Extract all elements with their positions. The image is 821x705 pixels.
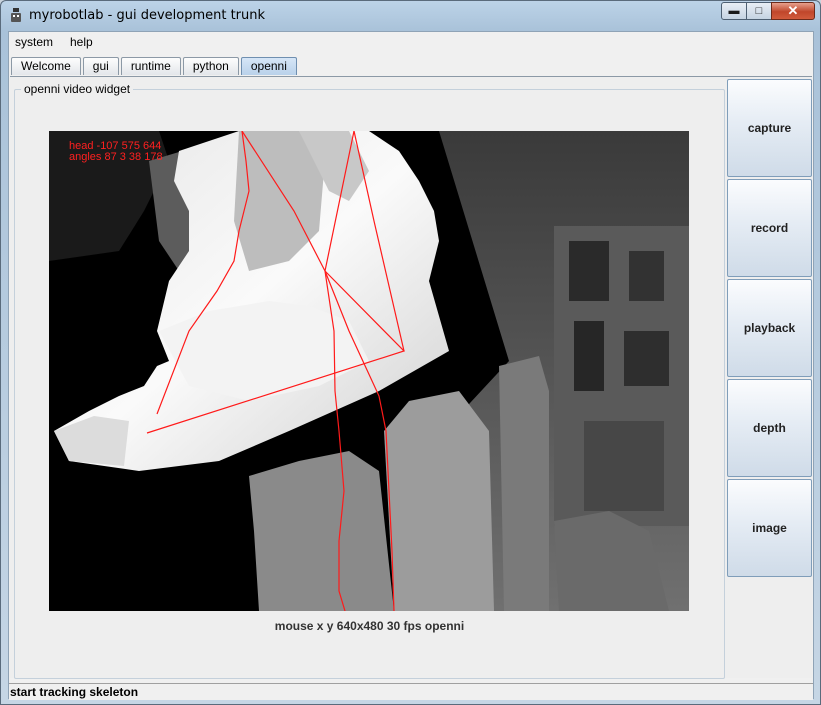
status-text: start tracking skeleton [10,685,139,699]
app-icon [11,8,21,22]
capture-button[interactable]: capture [727,79,812,177]
app-window: myrobotlab - gui development trunk ▬ □ ✕… [0,0,821,705]
window-title: myrobotlab - gui development trunk [29,8,266,23]
tab-openni[interactable]: openni [240,57,297,75]
depth-video-frame[interactable]: head -107 575 644 angles 87 3 38 178 [49,131,689,611]
depth-image [49,131,689,611]
video-widget-group: openni video widget head -107 575 644 an… [14,82,725,679]
minimize-button[interactable]: ▬ [721,2,747,20]
image-button[interactable]: image [727,479,812,577]
menu-system[interactable]: system [15,35,53,49]
tracking-readout-angles: angles 87 3 38 178 [69,151,163,163]
depth-button[interactable]: depth [727,379,812,477]
tab-gui[interactable]: gui [82,57,119,75]
playback-button[interactable]: playback [727,279,812,377]
tab-python[interactable]: python [182,57,239,75]
control-buttons: capture record playback depth image [727,79,812,579]
openni-panel: openni video widget head -107 575 644 an… [10,76,812,679]
video-widget-title: openni video widget [21,82,134,96]
menu-help[interactable]: help [70,35,93,49]
tab-strip: Welcome gui runtime python openni [11,57,299,76]
close-button[interactable]: ✕ [771,2,815,20]
menu-bar: system help [9,32,813,52]
title-bar[interactable]: myrobotlab - gui development trunk ▬ □ ✕ [1,1,820,31]
video-caption: mouse x y 640x480 30 fps openni [274,619,465,633]
tab-runtime[interactable]: runtime [120,57,181,75]
status-bar: start tracking skeleton [9,683,813,700]
maximize-button[interactable]: □ [746,2,772,20]
tab-welcome[interactable]: Welcome [11,57,81,75]
record-button[interactable]: record [727,179,812,277]
client-area: system help Welcome gui runtime python o… [8,31,814,700]
